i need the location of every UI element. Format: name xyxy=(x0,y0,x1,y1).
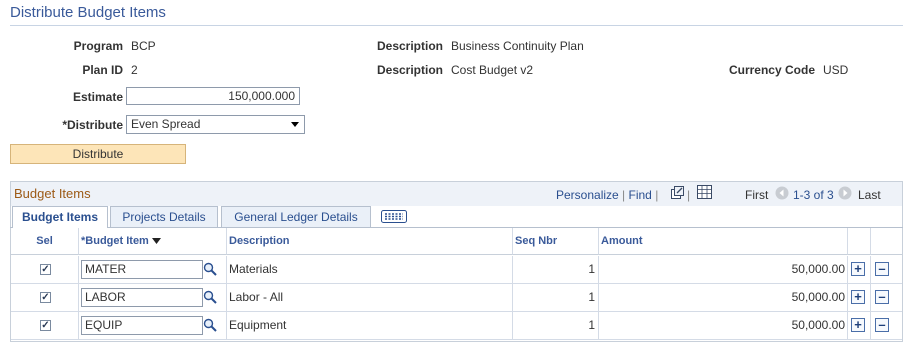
row-checkbox[interactable]: ✓ xyxy=(40,264,51,275)
plus-icon[interactable]: + xyxy=(851,262,865,276)
table-row: ✓ LABOR Labor - All 1 50,000.00 + – xyxy=(11,284,902,312)
col-header-sel: Sel xyxy=(11,228,79,255)
show-all-columns-icon[interactable] xyxy=(381,210,407,223)
add-cell: + xyxy=(848,312,871,339)
magnifier-icon[interactable] xyxy=(203,290,217,304)
dropdown-arrow-icon xyxy=(291,122,299,127)
plan-id-label: Plan ID xyxy=(82,63,123,77)
sel-cell: ✓ xyxy=(11,256,79,283)
description-label-1: Description xyxy=(376,39,443,53)
add-cell: + xyxy=(848,284,871,311)
distribute-label: *Distribute xyxy=(62,118,123,132)
prev-arrow-icon[interactable] xyxy=(775,186,789,200)
currency-code-value: USD xyxy=(823,63,849,77)
personalize-link[interactable]: Personalize xyxy=(556,188,619,202)
description-value-1: Business Continuity Plan xyxy=(451,39,584,53)
grid-title: Budget Items xyxy=(14,186,91,201)
amount-cell: 50,000.00 xyxy=(599,284,848,311)
new-window-icon[interactable] xyxy=(670,186,684,200)
program-label: Program xyxy=(73,39,123,53)
budget-item-cell: MATER xyxy=(79,256,227,283)
plus-icon[interactable]: + xyxy=(851,318,865,332)
budget-item-cell: LABOR xyxy=(79,284,227,311)
description-cell: Materials xyxy=(227,256,513,283)
estimate-label: Estimate xyxy=(72,90,123,104)
plus-icon[interactable]: + xyxy=(851,290,865,304)
nav-separator: | xyxy=(655,188,659,202)
amount-cell: 50,000.00 xyxy=(599,312,848,339)
find-link[interactable]: Find xyxy=(629,188,652,202)
grid-header-bar xyxy=(11,182,902,206)
distribute-select-value: Even Spread xyxy=(131,117,201,131)
table-row: ✓ MATER Materials 1 50,000.00 + – xyxy=(11,256,902,284)
sort-descending-icon xyxy=(151,238,161,245)
seq-nbr-cell: 1 xyxy=(513,284,599,311)
col-header-amount: Amount xyxy=(599,228,848,255)
page-title: Distribute Budget Items xyxy=(10,4,166,21)
description-label-2: Description xyxy=(376,63,443,77)
magnifier-icon[interactable] xyxy=(203,318,217,332)
col-header-description: Description xyxy=(227,228,513,255)
first-link[interactable]: First xyxy=(745,188,768,202)
remove-cell: – xyxy=(871,256,902,283)
col-header-remove xyxy=(871,228,902,255)
grid-nav: Personalize | Find | xyxy=(556,188,658,202)
plan-id-value: 2 xyxy=(131,63,138,77)
row-range: 1-3 of 3 xyxy=(793,188,834,202)
remove-cell: – xyxy=(871,284,902,311)
minus-icon[interactable]: – xyxy=(875,290,889,304)
minus-icon[interactable]: – xyxy=(875,262,889,276)
budget-item-cell: EQUIP xyxy=(79,312,227,339)
currency-code-label: Currency Code xyxy=(728,63,815,77)
row-checkbox[interactable]: ✓ xyxy=(40,292,51,303)
amount-cell: 50,000.00 xyxy=(599,256,848,283)
table-row: ✓ EQUIP Equipment 1 50,000.00 + – xyxy=(11,312,902,340)
tab-budget-items[interactable]: Budget Items xyxy=(12,206,108,228)
description-cell: Labor - All xyxy=(227,284,513,311)
remove-cell: – xyxy=(871,312,902,339)
tab-general-ledger-details[interactable]: General Ledger Details xyxy=(221,206,371,227)
seq-nbr-cell: 1 xyxy=(513,312,599,339)
add-cell: + xyxy=(848,256,871,283)
magnifier-icon[interactable] xyxy=(203,262,217,276)
budget-item-input[interactable]: MATER xyxy=(81,260,203,279)
col-header-seq-nbr: Seq Nbr xyxy=(513,228,599,255)
minus-icon[interactable]: – xyxy=(875,318,889,332)
sel-cell: ✓ xyxy=(11,312,79,339)
description-cell: Equipment xyxy=(227,312,513,339)
seq-nbr-cell: 1 xyxy=(513,256,599,283)
description-value-2: Cost Budget v2 xyxy=(451,63,534,77)
sel-cell: ✓ xyxy=(11,284,79,311)
estimate-input[interactable]: 150,000.000 xyxy=(126,87,300,105)
budget-item-input[interactable]: EQUIP xyxy=(81,316,203,335)
program-value: BCP xyxy=(131,39,156,53)
last-link[interactable]: Last xyxy=(858,188,881,202)
col-header-budget-item[interactable]: *Budget Item xyxy=(79,228,227,255)
col-header-add xyxy=(848,228,871,255)
distribute-select[interactable]: Even Spread xyxy=(126,115,305,134)
title-divider xyxy=(10,25,903,26)
tab-projects-details[interactable]: Projects Details xyxy=(110,206,218,227)
col-header-budget-item-label: *Budget Item xyxy=(81,235,149,247)
nav-separator: | xyxy=(687,188,691,202)
next-arrow-icon[interactable] xyxy=(838,186,852,200)
budget-item-input[interactable]: LABOR xyxy=(81,288,203,307)
row-checkbox[interactable]: ✓ xyxy=(40,320,51,331)
distribute-button[interactable]: Distribute xyxy=(10,144,186,164)
spreadsheet-icon[interactable] xyxy=(697,185,712,199)
